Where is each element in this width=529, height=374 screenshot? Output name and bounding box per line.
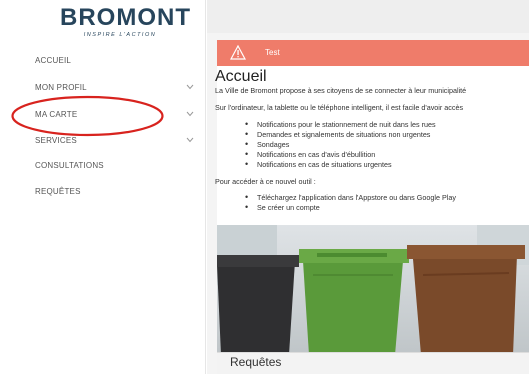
bromont-logo[interactable]: BROMONT INSPIRE L'ACTION xyxy=(60,4,191,38)
devices-text: Sur l'ordinateur, la tablette ou le télé… xyxy=(215,103,464,112)
alert-text: Test xyxy=(265,48,280,57)
recycling-bins-image xyxy=(217,225,529,355)
access-text: Pour accéder à ce nouvel outil : xyxy=(215,177,316,186)
top-bar xyxy=(207,0,529,33)
list-item: Notifications pour le stationnement de n… xyxy=(245,119,436,129)
page-title: Accueil xyxy=(215,68,267,85)
alert-banner: Test xyxy=(217,40,529,66)
chevron-down-icon[interactable] xyxy=(186,84,194,92)
list-item: Sondages xyxy=(245,139,290,149)
sidebar-item-consultations[interactable]: CONSULTATIONS xyxy=(35,161,104,170)
list-item: Se créer un compte xyxy=(245,202,320,212)
annotation-oval xyxy=(11,95,164,137)
sidebar-item-accueil[interactable]: ACCUEIL xyxy=(35,56,71,65)
list-item: Téléchargez l'application dans l'Appstor… xyxy=(245,192,456,202)
chevron-down-icon[interactable] xyxy=(186,111,194,119)
sidebar: BROMONT INSPIRE L'ACTION ACCUEIL MON PRO… xyxy=(0,0,206,374)
logo-tagline: INSPIRE L'ACTION xyxy=(83,32,157,38)
list-item: Demandes et signalements de situations n… xyxy=(245,129,430,139)
sidebar-item-requetes[interactable]: REQUÊTES xyxy=(35,187,81,196)
intro-text: La Ville de Bromont propose à ses citoye… xyxy=(215,86,467,95)
warning-icon xyxy=(230,45,246,60)
list-item: Notifications en cas d'avis d'ébullition xyxy=(245,149,375,159)
sidebar-item-mon-profil[interactable]: MON PROFIL xyxy=(35,83,87,92)
section-title-requetes: Requêtes xyxy=(230,355,282,369)
logo-wordmark: BROMONT xyxy=(60,4,191,31)
list-item: Notifications en cas de situations urgen… xyxy=(245,159,392,169)
chevron-down-icon[interactable] xyxy=(186,137,194,145)
